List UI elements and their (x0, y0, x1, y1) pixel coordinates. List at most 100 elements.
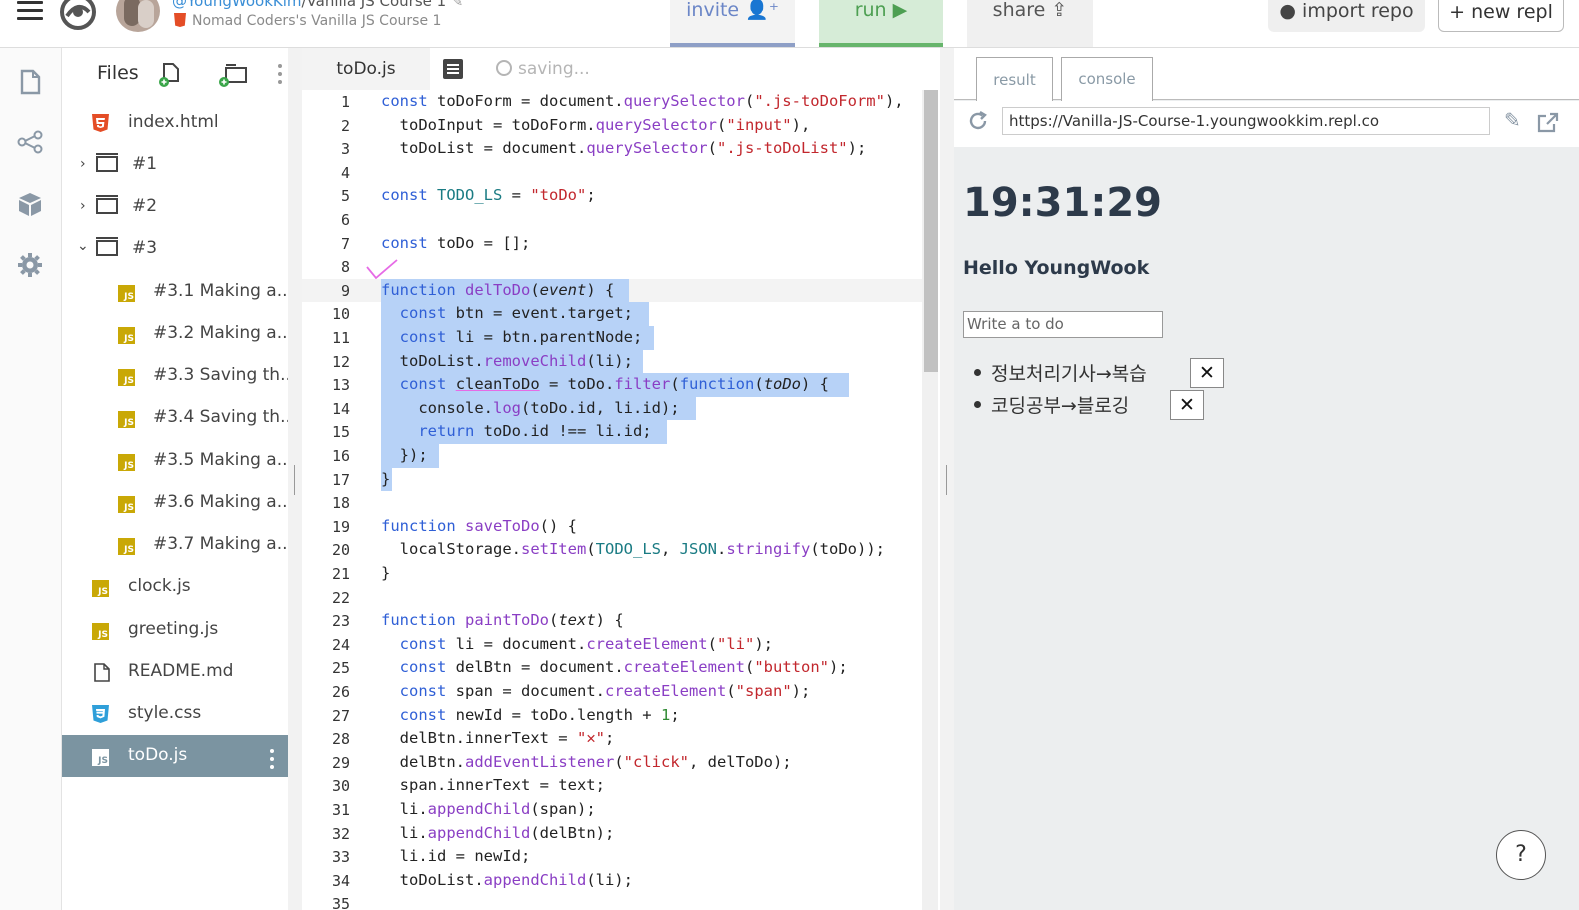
github-icon: ● (1279, 0, 1296, 22)
invite-label: invite (686, 0, 740, 21)
file-item-3-7[interactable]: JS #3.7 Making a... (62, 524, 293, 566)
folder-label: #1 (132, 154, 158, 174)
user-avatar[interactable] (116, 0, 160, 32)
top-bar: @YoungWookKim/Vanilla JS Course 1 ✎ Nomad… (0, 0, 1579, 48)
file-item-3-6[interactable]: JS #3.6 Making a... (62, 482, 293, 524)
file-item-todo-js[interactable]: JS toDo.js (62, 735, 288, 777)
add-file-icon[interactable] (158, 61, 182, 87)
new-repl-button[interactable]: + new repl (1438, 0, 1564, 32)
folder-item-2[interactable]: › #2 (62, 186, 288, 228)
file-label: #3.5 Making a... (153, 450, 293, 470)
file-icon[interactable] (16, 68, 44, 96)
code-line: 30 span.innerText = text; (331, 776, 605, 796)
code-line: 3 toDoList = document.querySelector(".js… (340, 139, 867, 159)
invite-button[interactable]: invite 👤⁺ (670, 0, 795, 47)
tab-console[interactable]: console (1061, 57, 1153, 101)
code-line: 22 (331, 588, 350, 607)
todo-item: 코딩공부→블로깅 (974, 391, 1130, 418)
folder-item-1[interactable]: › #1 (62, 144, 288, 186)
share-button[interactable]: share ⇪ (967, 0, 1093, 47)
file-item-readme[interactable]: README.md (62, 651, 288, 693)
js-file-icon: JS (118, 369, 135, 386)
chevron-right-icon[interactable]: › (80, 198, 86, 214)
code-line: 12 toDoList.removeChild(li); (302, 349, 922, 374)
run-button[interactable]: run ▶ (819, 0, 943, 47)
js-file-icon: JS (92, 623, 109, 640)
code-line: 1 const toDoForm = document.querySelector… (340, 92, 904, 111)
file-label: #3.3 Saving th... (153, 365, 297, 385)
edit-url-icon[interactable]: ✎ (1504, 108, 1521, 132)
file-item-index-html[interactable]: index.html (62, 102, 288, 144)
code-area[interactable]: 1 const toDoForm = document.querySelector… (302, 90, 922, 910)
file-label: style.css (128, 703, 202, 723)
settings-gear-icon[interactable] (16, 251, 44, 279)
bullet (974, 369, 981, 376)
folder-item-3[interactable]: ⌄ #3 (62, 228, 288, 270)
code-line: 16 }); (302, 444, 922, 468)
todo-text: 코딩공부→블로깅 (991, 395, 1130, 417)
saving-label: saving... (518, 59, 590, 79)
breadcrumb: @YoungWookKim/Vanilla JS Course 1 ✎ (172, 0, 463, 10)
js-file-icon: JS (118, 538, 135, 555)
code-line: 34 toDoList.appendChild(li); (331, 870, 633, 890)
editor-scrollbar-thumb[interactable] (924, 90, 938, 372)
chevron-right-icon[interactable]: › (80, 156, 86, 172)
import-repo-button[interactable]: ● import repo (1268, 0, 1425, 32)
version-control-icon[interactable] (16, 128, 44, 156)
url-input[interactable]: https://Vanilla-JS-Course-1.youngwookkim… (1002, 107, 1490, 135)
code-line: 35 (331, 895, 350, 910)
tab-result[interactable]: result (976, 57, 1053, 101)
file-menu-icon[interactable] (270, 749, 274, 773)
preview-panel: result console https://Vanilla-JS-Course… (954, 48, 1579, 910)
files-panel: Files index.html › #1 › #2 ⌄ #3 JS #3.1 M… (62, 48, 296, 910)
code-line: 8 (340, 258, 350, 277)
file-item-3-1[interactable]: JS #3.1 Making a... (62, 271, 293, 313)
tab-todo-js[interactable]: toDo.js (302, 48, 430, 90)
code-line: 2 toDoInput = toDoForm.querySelector("in… (340, 115, 811, 135)
file-item-clock-js[interactable]: JS clock.js (62, 566, 288, 608)
notes-icon[interactable] (443, 59, 463, 79)
user-link[interactable]: @YoungWookKim (172, 0, 302, 10)
pencil-icon[interactable]: ✎ (452, 0, 463, 10)
js-file-icon: JS (118, 496, 135, 513)
add-folder-icon[interactable] (218, 61, 250, 87)
open-new-tab-icon[interactable] (1536, 111, 1560, 133)
files-menu-icon[interactable] (278, 64, 282, 88)
file-item-3-3[interactable]: JS #3.3 Saving th... (62, 355, 296, 397)
file-item-greeting-js[interactable]: JS greeting.js (62, 609, 288, 651)
code-line: 23 function paintToDo(text) { (331, 611, 624, 631)
code-line: 19 function saveToDo() { (331, 516, 577, 536)
preview-splitter[interactable] (940, 48, 954, 910)
code-line: 24 const li = document.createElement("li… (331, 634, 773, 654)
play-icon: ▶ (892, 0, 908, 21)
files-header: Files (62, 48, 288, 100)
file-label: index.html (128, 112, 219, 132)
file-item-style-css[interactable]: style.css (62, 693, 288, 735)
file-item-3-5[interactable]: JS #3.5 Making a... (62, 440, 293, 482)
editor-tabs: toDo.js saving... (302, 48, 940, 90)
replit-logo-icon[interactable] (57, 0, 99, 30)
sidebar-rail (0, 48, 62, 910)
greeting-text: Hello YoungWook (963, 257, 1150, 279)
document-icon (94, 663, 110, 682)
delete-todo-button[interactable]: ✕ (1170, 390, 1204, 420)
file-item-3-4[interactable]: JS #3.4 Saving th... (62, 397, 296, 439)
refresh-icon[interactable] (967, 110, 989, 132)
html5-icon (174, 13, 186, 27)
files-splitter[interactable] (288, 48, 302, 910)
hamburger-menu-icon[interactable] (17, 1, 43, 21)
delete-todo-button[interactable]: ✕ (1190, 358, 1224, 388)
code-line: 11 const li = btn.parentNode; (302, 326, 922, 350)
import-label: import repo (1302, 0, 1414, 22)
todo-input[interactable]: Write a to do (963, 311, 1163, 338)
file-item-3-2[interactable]: JS #3.2 Making a... (62, 313, 293, 355)
folder-icon (96, 237, 118, 256)
share-label: share (992, 0, 1046, 21)
help-button[interactable]: ? (1496, 830, 1546, 880)
chevron-down-icon[interactable]: ⌄ (77, 238, 89, 254)
folder-icon (96, 153, 118, 172)
js-file-icon: JS (118, 454, 135, 471)
code-line: 4 (340, 163, 350, 182)
package-icon[interactable] (16, 190, 44, 218)
run-label: run (854, 0, 887, 21)
